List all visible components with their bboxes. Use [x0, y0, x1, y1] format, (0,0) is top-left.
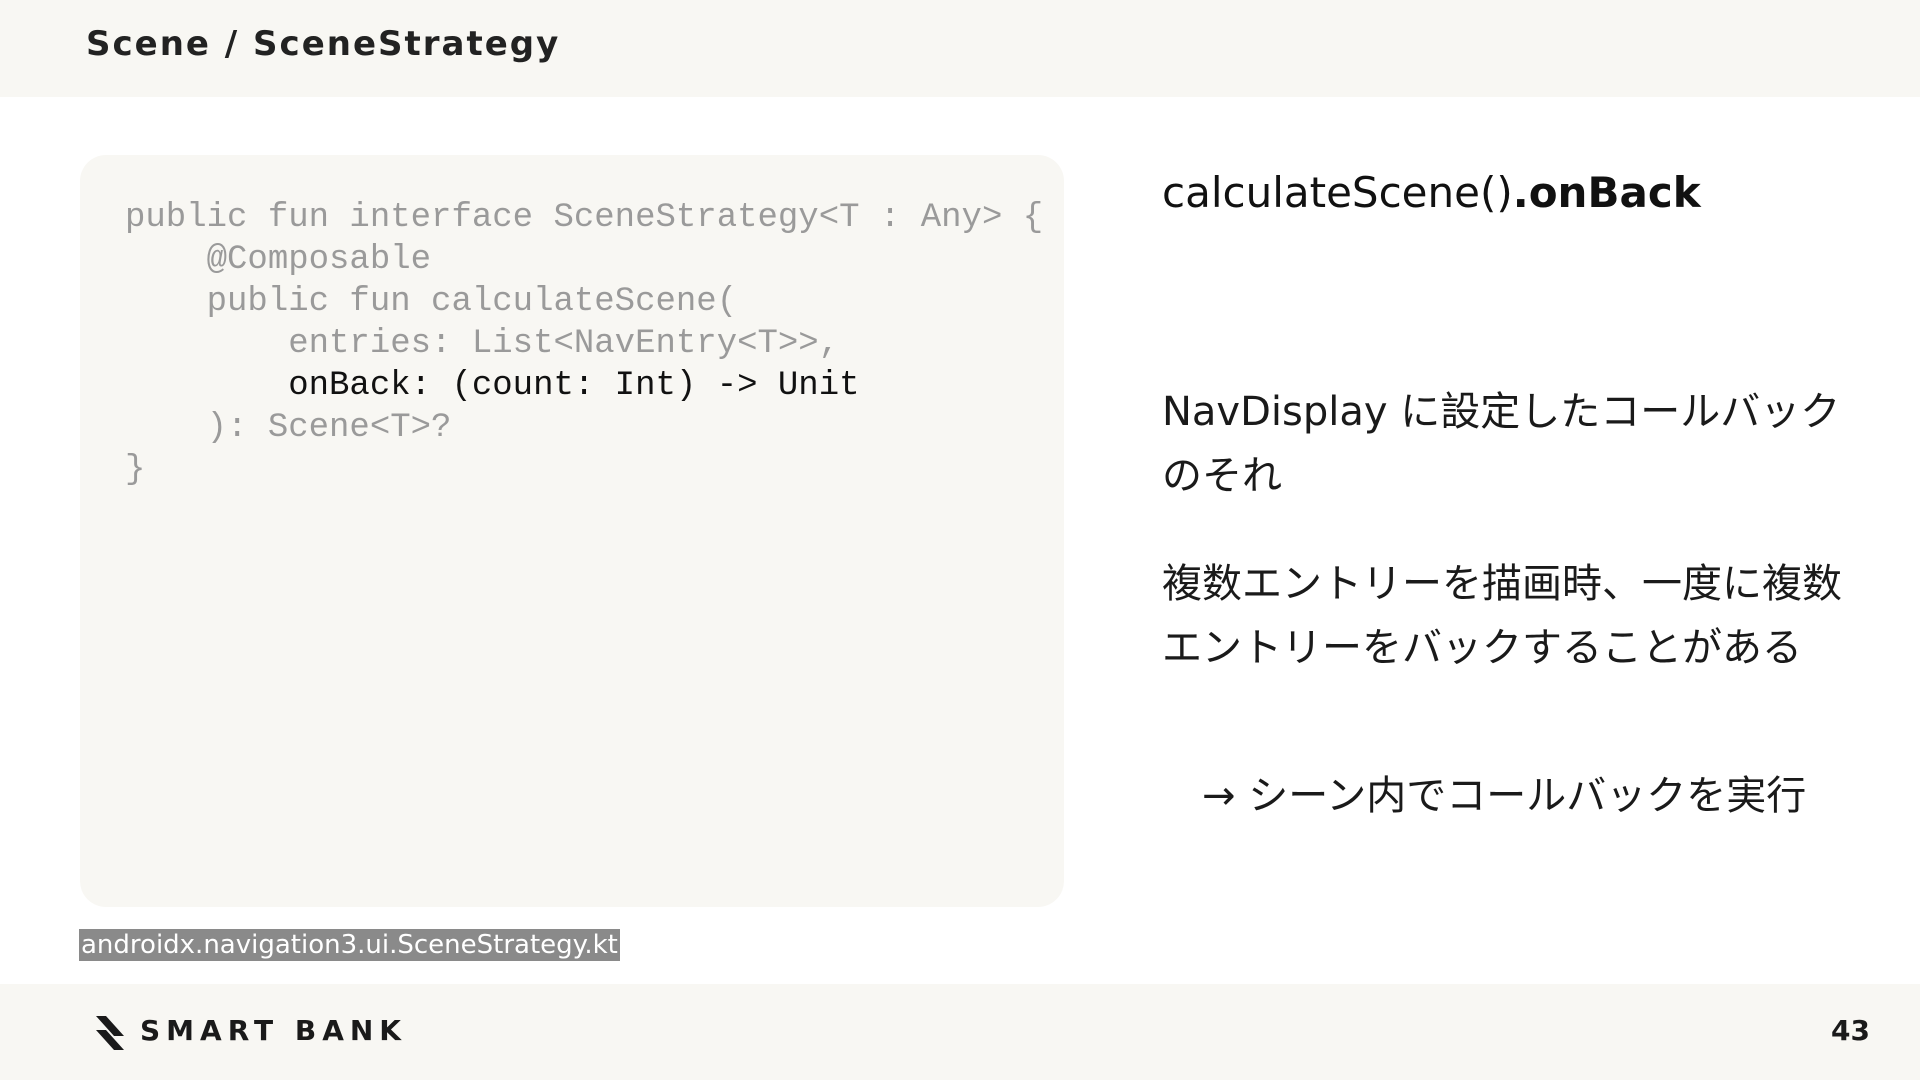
topic-title: calculateScene().onBack [1162, 168, 1842, 217]
code-line-4: entries: List<NavEntry<T>>, [125, 325, 840, 363]
code-block: public fun interface SceneStrategy<T : A… [80, 155, 1064, 907]
code-line-2: @Composable [125, 241, 432, 279]
topic-title-param: .onBack [1512, 168, 1701, 217]
code-line-6: ): Scene<T>? [125, 409, 452, 447]
code-line-5-highlighted: onBack: (count: Int) -> Unit [125, 367, 860, 405]
code-line-1: public fun interface SceneStrategy<T : A… [125, 199, 1044, 237]
smartbank-logo-icon [96, 1016, 124, 1050]
logo-wordmark: SMART BANK [140, 1014, 407, 1047]
source-file-caption: androidx.navigation3.ui.SceneStrategy.kt [79, 929, 620, 961]
paragraph-callback-origin: NavDisplay に設定したコールバックのそれ [1162, 389, 1841, 499]
paragraph-multi-entry: 複数エントリーを描画時、一度に複数エントリーをバックすることがある [1162, 561, 1842, 671]
code-line-7: } [125, 451, 146, 489]
topic-title-method: calculateScene() [1162, 168, 1513, 217]
code-line-3: public fun calculateScene( [125, 283, 738, 321]
paragraph-conclusion: → シーン内でコールバックを実行 [1162, 773, 1807, 819]
breadcrumb: Scene / SceneStrategy [86, 24, 561, 64]
page-number: 43 [1831, 1014, 1870, 1047]
